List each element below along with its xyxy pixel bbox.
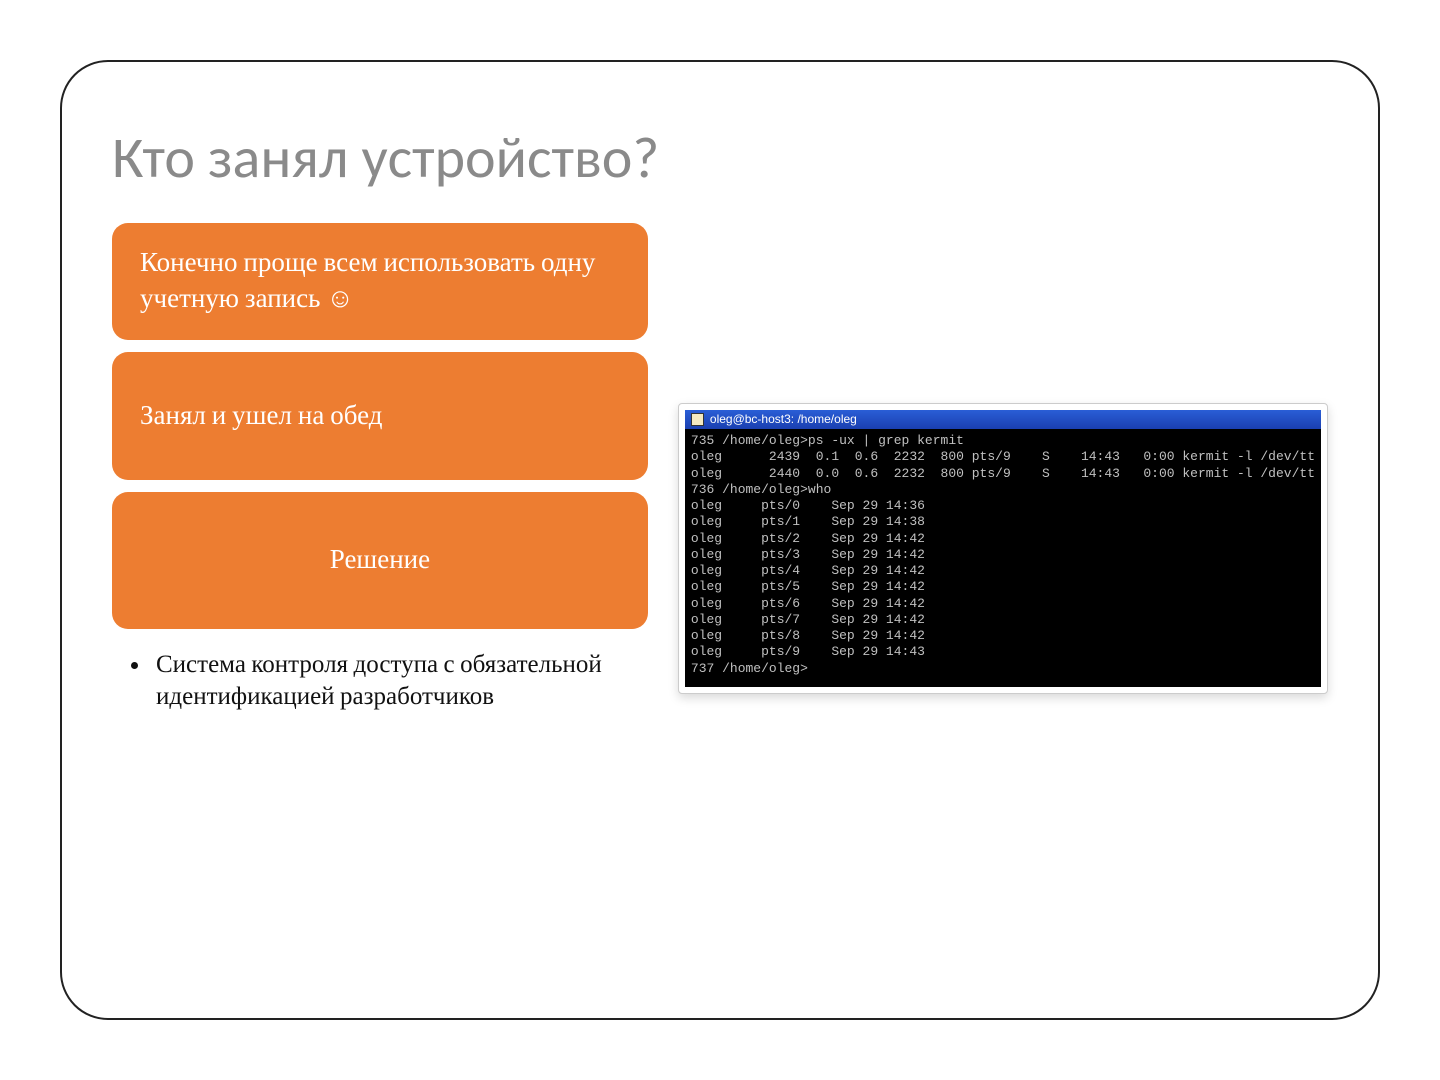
- left-column: Конечно проще всем использовать одну уче…: [112, 223, 648, 714]
- slide-title: Кто занял устройство?: [112, 122, 1328, 193]
- box-three: Решение: [112, 492, 648, 628]
- terminal-window: oleg@bc-host3: /home/oleg 735 /home/oleg…: [685, 410, 1321, 687]
- terminal-title-text: oleg@bc-host3: /home/oleg: [710, 412, 857, 427]
- content-row: Конечно проще всем использовать одну уче…: [112, 223, 1328, 714]
- bullet-list: Система контроля доступа с обязательной …: [112, 641, 648, 714]
- terminal-screenshot: oleg@bc-host3: /home/oleg 735 /home/oleg…: [678, 403, 1328, 694]
- terminal-body: 735 /home/oleg>ps -ux | grep kermit oleg…: [685, 429, 1321, 687]
- right-column: oleg@bc-host3: /home/oleg 735 /home/oleg…: [678, 223, 1328, 694]
- box-two: Занял и ушел на обед: [112, 352, 648, 480]
- box-one: Конечно проще всем использовать одну уче…: [112, 223, 648, 340]
- terminal-icon: [691, 413, 704, 426]
- slide-frame: Кто занял устройство? Конечно проще всем…: [60, 60, 1380, 1020]
- terminal-titlebar: oleg@bc-host3: /home/oleg: [685, 410, 1321, 429]
- bullet-item: Система контроля доступа с обязательной …: [152, 649, 648, 714]
